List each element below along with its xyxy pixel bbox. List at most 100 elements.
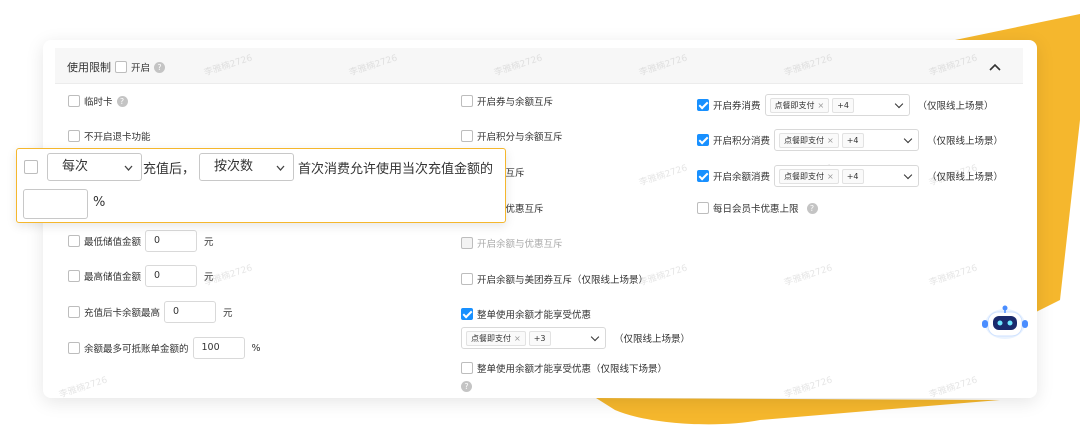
balance-consume-label: 开启余额消费 — [713, 172, 771, 183]
frequency-select-value: 每次 — [62, 159, 89, 174]
max-stored-input[interactable]: 0 — [145, 265, 198, 287]
balance-meituan-exclusive-label: 开启余额与美团券互斥（仅限线上场景） — [477, 275, 649, 286]
temp-card-row: 临时卡 ? — [68, 94, 128, 108]
watermark: 李雅楠2726 — [928, 375, 979, 398]
close-icon[interactable]: × — [827, 136, 834, 145]
points-consume-row: 开启积分消费 点餐即支付 × +4 （仅限线上场景） — [697, 129, 1003, 151]
min-stored-input[interactable]: 0 — [145, 230, 198, 252]
balance-meituan-exclusive-checkbox[interactable] — [461, 273, 473, 285]
no-refund-checkbox[interactable] — [68, 130, 80, 142]
close-icon[interactable]: × — [818, 101, 825, 110]
scene-tag-label: 点餐即支付 — [784, 135, 825, 145]
min-stored-row: 最低储值金额 0 元 — [68, 230, 214, 252]
coupon-consume-row: 开启券消费 点餐即支付 × +4 （仅限线上场景） — [697, 94, 994, 116]
no-refund-label: 不开启退卡功能 — [84, 132, 151, 143]
max-deduct-input[interactable]: 100 — [192, 337, 245, 359]
more-tag: +4 — [832, 97, 855, 113]
online-note: （仅限线上场景） — [927, 136, 1004, 147]
max-deduct-row: 余额最多可抵账单金额的 100 % — [68, 337, 261, 359]
chevron-down-icon — [894, 99, 903, 108]
min-stored-checkbox[interactable] — [68, 235, 80, 247]
points-balance-exclusive-row: 开启积分与余额互斥 — [461, 129, 563, 143]
daily-member-limit-label: 每日会员卡优惠上限 — [713, 204, 799, 215]
scene-tag-label: 点餐即支付 — [471, 333, 511, 343]
max-stored-checkbox[interactable] — [68, 270, 80, 282]
max-balance-checkbox[interactable] — [68, 306, 80, 318]
chevron-down-icon — [903, 170, 913, 179]
max-stored-label: 最高储值金额 — [84, 272, 142, 283]
enable-checkbox[interactable] — [115, 61, 127, 73]
section-title: 使用限制 — [67, 61, 111, 74]
scene-tag: 点餐即支付 × — [779, 132, 839, 148]
watermark: 李雅楠2726 — [928, 263, 979, 289]
more-tag: +4 — [841, 168, 864, 184]
max-balance-row: 充值后卡余额最高 0 元 — [68, 301, 233, 323]
help-icon[interactable]: ? — [154, 61, 166, 73]
scene-tag: 点餐即支付 × — [769, 97, 830, 113]
scene-tag-label: 点餐即支付 — [774, 100, 815, 110]
scene-tag: 点餐即支付 × — [466, 330, 526, 346]
help-icon[interactable]: ? — [806, 202, 818, 214]
section-title-row: 使用限制 开启 ? — [67, 59, 166, 75]
whole-order-offline-row: 整单使用余额才能享受优惠（仅限线下场景） — [461, 361, 667, 375]
coupon-balance-exclusive-row: 开启券与余额互斥 — [461, 94, 553, 108]
max-balance-label: 充值后卡余额最高 — [84, 308, 161, 319]
balance-consume-row: 开启余额消费 点餐即支付 × +4 （仅限线上场景） — [697, 165, 1003, 187]
watermark: 李雅楠2726 — [783, 375, 834, 398]
scene-tag: 点餐即支付 × — [779, 168, 839, 184]
max-stored-unit: 元 — [204, 272, 214, 283]
close-icon[interactable]: × — [827, 172, 834, 181]
max-balance-input[interactable]: 0 — [164, 301, 217, 323]
temp-card-checkbox[interactable] — [68, 95, 80, 107]
whole-order-online-row: 整单使用余额才能享受优惠 — [461, 307, 591, 321]
mode-select-value: 按次数 — [214, 159, 254, 174]
max-balance-unit: 元 — [223, 308, 233, 319]
online-note: （仅限线上场景） — [917, 101, 994, 112]
enable-label: 开启 — [131, 63, 151, 74]
whole-order-offline-checkbox[interactable] — [461, 362, 473, 374]
coupon-consume-label: 开启券消费 — [713, 101, 761, 112]
points-consume-checkbox[interactable] — [697, 134, 709, 146]
min-stored-unit: 元 — [204, 237, 214, 248]
coupon-scene-select[interactable]: 点餐即支付 × +4 — [764, 94, 910, 116]
whole-order-online-checkbox[interactable] — [461, 308, 473, 320]
balance-consume-checkbox[interactable] — [697, 170, 709, 182]
watermark: 李雅楠2726 — [58, 375, 109, 398]
balance-discount-exclusive-checkbox[interactable] — [461, 237, 473, 249]
offline-help-row: ? — [461, 381, 472, 392]
daily-member-limit-row: 每日会员卡优惠上限 ? — [697, 201, 818, 215]
coupon-consume-checkbox[interactable] — [697, 99, 709, 111]
daily-member-limit-checkbox[interactable] — [697, 202, 709, 214]
payment-scene-select[interactable]: 点餐即支付 × +3 — [461, 327, 606, 349]
chevron-down-icon — [276, 165, 285, 171]
coupon-balance-exclusive-checkbox[interactable] — [461, 95, 473, 107]
help-icon[interactable]: ? — [461, 381, 472, 392]
points-scene-select[interactable]: 点餐即支付 × +4 — [774, 129, 920, 151]
max-deduct-checkbox[interactable] — [68, 342, 80, 354]
robot-assistant-icon[interactable] — [980, 302, 1030, 342]
help-icon[interactable]: ? — [116, 95, 128, 107]
more-tag: +4 — [841, 132, 864, 148]
recharge-rule-popup: 每次 充值后， 按次数 首次消费允许使用当次充值金额的 % — [16, 148, 506, 223]
max-stored-row: 最高储值金额 0 元 — [68, 265, 214, 287]
close-icon[interactable]: × — [514, 334, 521, 343]
mode-select[interactable]: 按次数 — [199, 153, 294, 181]
no-refund-row: 不开启退卡功能 — [68, 129, 151, 143]
whole-order-offline-label: 整单使用余额才能享受优惠（仅限线下场景） — [477, 364, 668, 375]
min-stored-label: 最低储值金额 — [84, 237, 142, 248]
points-balance-exclusive-label: 开启积分与余额互斥 — [477, 132, 563, 143]
first-consume-text: 首次消费允许使用当次充值金额的 — [298, 162, 494, 177]
frequency-select[interactable]: 每次 — [47, 153, 142, 181]
chevron-down-icon — [124, 165, 133, 171]
points-balance-exclusive-checkbox[interactable] — [461, 130, 473, 142]
section-header: 使用限制 开启 ? — [55, 48, 1023, 84]
balance-scene-select[interactable]: 点餐即支付 × +4 — [774, 165, 920, 187]
chevron-up-icon[interactable] — [989, 63, 1001, 71]
recharge-rule-checkbox[interactable] — [24, 160, 38, 174]
balance-discount-exclusive-label: 开启余额与优惠互斥 — [477, 239, 563, 250]
whole-order-online-select-row: 点餐即支付 × +3 （仅限线上场景） — [461, 327, 690, 349]
watermark: 李雅楠2726 — [638, 163, 689, 189]
percentage-input[interactable] — [23, 189, 88, 219]
online-note: （仅限线上场景） — [927, 172, 1004, 183]
coupon-balance-exclusive-label: 开启券与余额互斥 — [477, 97, 554, 108]
